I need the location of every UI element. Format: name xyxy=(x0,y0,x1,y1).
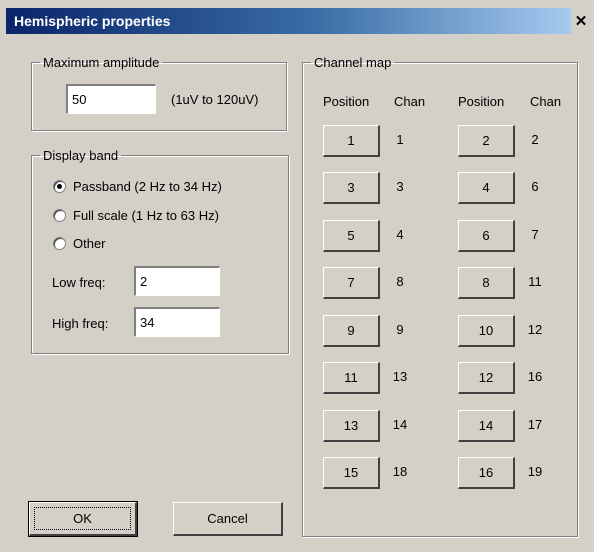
high-freq-input[interactable] xyxy=(134,307,220,337)
radio-other[interactable]: Other xyxy=(53,236,106,251)
channel-value-3: 3 xyxy=(396,179,404,194)
title-bar: Hemispheric properties xyxy=(6,8,571,34)
channel-value-1: 1 xyxy=(396,132,404,147)
channel-value-2: 2 xyxy=(531,132,539,147)
cancel-button-label: Cancel xyxy=(207,511,248,526)
low-freq-label: Low freq: xyxy=(52,275,106,290)
position-button-4[interactable]: 4 xyxy=(458,172,515,204)
channel-value-10: 12 xyxy=(527,322,543,337)
radio-passband-dot xyxy=(53,180,66,193)
channel-value-14: 17 xyxy=(527,417,543,432)
amplitude-range-hint: (1uV to 120uV) xyxy=(171,92,259,107)
position-button-9[interactable]: 9 xyxy=(323,315,380,347)
radio-full-scale-dot xyxy=(53,209,66,222)
position-button-6[interactable]: 6 xyxy=(458,220,515,252)
channel-value-9: 9 xyxy=(396,322,404,337)
radio-passband-label: Passband (2 Hz to 34 Hz) xyxy=(73,179,222,194)
header-position-right: Position xyxy=(458,94,505,109)
channel-value-12: 16 xyxy=(527,369,543,384)
window-title: Hemispheric properties xyxy=(14,13,171,29)
channel-value-11: 13 xyxy=(392,369,408,384)
high-freq-label: High freq: xyxy=(52,316,109,331)
position-button-12[interactable]: 12 xyxy=(458,362,515,394)
position-button-11[interactable]: 11 xyxy=(323,362,380,394)
channel-value-16: 19 xyxy=(527,464,543,479)
channel-value-15: 18 xyxy=(392,464,408,479)
channel-value-5: 4 xyxy=(396,227,404,242)
channel-value-8: 11 xyxy=(528,274,542,289)
cancel-button[interactable]: Cancel xyxy=(173,502,283,536)
close-button[interactable]: ✕ xyxy=(574,14,588,30)
ok-button[interactable]: OK xyxy=(28,501,138,537)
position-button-3[interactable]: 3 xyxy=(323,172,380,204)
position-button-2[interactable]: 2 xyxy=(458,125,515,157)
display-band-legend: Display band xyxy=(43,148,119,163)
maximum-amplitude-legend: Maximum amplitude xyxy=(43,55,160,70)
radio-other-label: Other xyxy=(73,236,106,251)
position-button-10[interactable]: 10 xyxy=(458,315,515,347)
radio-passband[interactable]: Passband (2 Hz to 34 Hz) xyxy=(53,179,222,194)
position-button-16[interactable]: 16 xyxy=(458,457,515,489)
hemispheric-properties-dialog: Hemispheric properties ✕ Maximum amplitu… xyxy=(0,0,594,552)
position-button-13[interactable]: 13 xyxy=(323,410,380,442)
channel-value-6: 7 xyxy=(531,227,539,242)
position-button-1[interactable]: 1 xyxy=(323,125,380,157)
channel-value-4: 6 xyxy=(531,179,539,194)
header-chan-left: Chan xyxy=(394,94,426,109)
channel-value-7: 8 xyxy=(396,274,404,289)
ok-button-label: OK xyxy=(73,511,92,526)
header-chan-right: Chan xyxy=(530,94,562,109)
position-button-8[interactable]: 8 xyxy=(458,267,515,299)
position-button-15[interactable]: 15 xyxy=(323,457,380,489)
position-button-5[interactable]: 5 xyxy=(323,220,380,252)
position-button-7[interactable]: 7 xyxy=(323,267,380,299)
amplitude-input[interactable] xyxy=(66,84,156,114)
channel-map-legend: Channel map xyxy=(314,55,392,70)
close-icon: ✕ xyxy=(574,13,588,30)
low-freq-input[interactable] xyxy=(134,266,220,296)
position-button-14[interactable]: 14 xyxy=(458,410,515,442)
radio-full-scale[interactable]: Full scale (1 Hz to 63 Hz) xyxy=(53,208,219,223)
radio-full-scale-label: Full scale (1 Hz to 63 Hz) xyxy=(73,208,219,223)
channel-value-13: 14 xyxy=(392,417,408,432)
header-position-left: Position xyxy=(323,94,370,109)
radio-other-dot xyxy=(53,237,66,250)
